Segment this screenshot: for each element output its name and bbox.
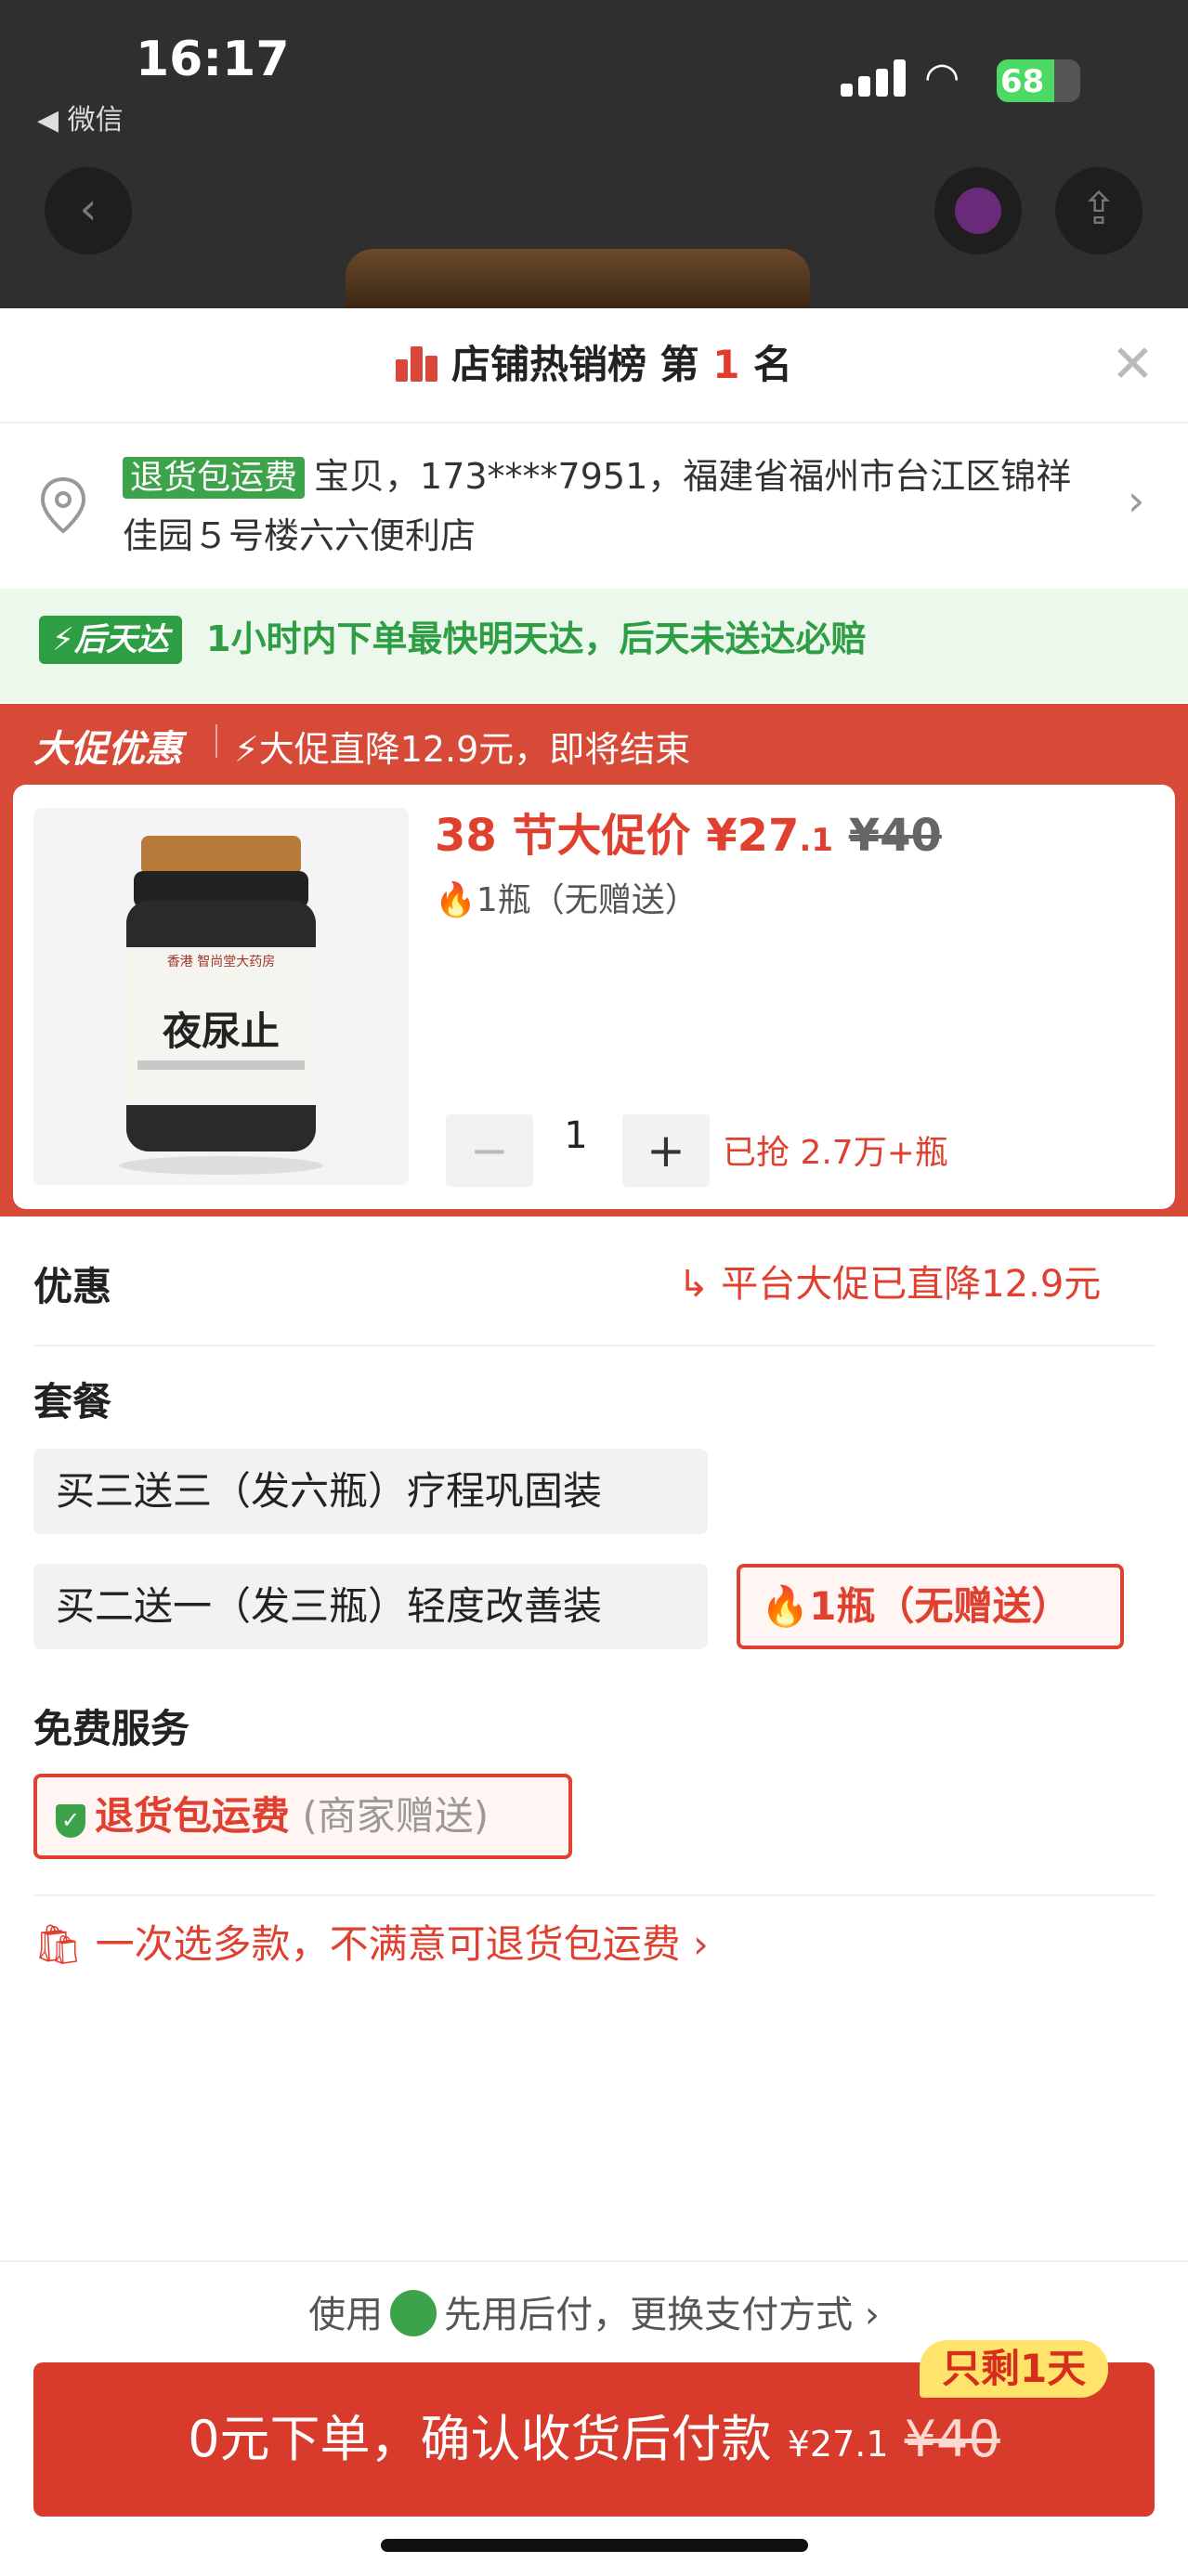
sold-count: 已抢 2.7万+瓶 bbox=[723, 1134, 948, 1172]
cta-text: 0元下单，确认收货后付款 bbox=[188, 2410, 788, 2468]
product-brand: 香港 智尚堂大药房 bbox=[167, 955, 275, 969]
location-icon bbox=[40, 476, 86, 534]
close-icon[interactable]: ✕ bbox=[1111, 334, 1155, 395]
multi-select-text: 一次选多款，不满意可退货包运费 bbox=[95, 1921, 681, 1967]
payment-text: 先用后付，更换支付方式 bbox=[444, 2294, 854, 2336]
discount-note-text: 平台大促已直降12.9元 bbox=[721, 1263, 1102, 1306]
back-to-wechat[interactable]: ◀ 微信 bbox=[37, 97, 124, 137]
package-option-1-label: 1瓶（无赠送） bbox=[809, 1583, 1071, 1629]
package-option-6[interactable]: 买三送三（发六瓶）疗程巩固装 bbox=[33, 1449, 708, 1534]
arrow-down-icon: ↳ bbox=[678, 1263, 722, 1306]
delivery-text: 1小时内下单最快明天达，后天未送达必赔 bbox=[206, 618, 867, 659]
product-name: 夜尿止 bbox=[162, 1008, 280, 1054]
fire-icon: 🔥 bbox=[761, 1583, 810, 1629]
avatar[interactable] bbox=[934, 167, 1022, 254]
divider bbox=[33, 1894, 1155, 1896]
increase-button[interactable]: + bbox=[622, 1114, 710, 1187]
chevron-right-icon: › bbox=[680, 1921, 709, 1967]
service-label: 退货包运费 bbox=[95, 1793, 291, 1839]
chevron-right-icon: › bbox=[853, 2294, 880, 2336]
signal-icon bbox=[841, 58, 906, 97]
promo-subtitle-text: 大促直降12.9元，即将结束 bbox=[258, 729, 691, 770]
promo-subtitle: ⚡大促直降12.9元，即将结束 bbox=[234, 721, 690, 772]
divider bbox=[0, 2260, 1188, 2262]
battery-level: 68 bbox=[1000, 63, 1045, 100]
rank-suffix: 名 bbox=[739, 342, 793, 387]
multi-select-link[interactable]: 🛍 一次选多款，不满意可退货包运费 › bbox=[33, 1913, 709, 1970]
rank-prefix: 店铺热销榜 第 bbox=[450, 342, 713, 387]
rank-number: 1 bbox=[712, 342, 740, 387]
promo-price: 38 节大促价 ¥27.1 ¥40 bbox=[435, 799, 942, 864]
pay-later-icon bbox=[390, 2290, 437, 2336]
product-bottle-icon: 香港 智尚堂大药房 夜尿止 bbox=[33, 808, 409, 1185]
variant-text: 1瓶（无赠送） bbox=[476, 881, 698, 919]
divider bbox=[215, 724, 217, 758]
selected-variant: 🔥1瓶（无赠送） bbox=[435, 873, 698, 921]
promo-header: 大促优惠 bbox=[33, 728, 182, 771]
package-option-3[interactable]: 买二送一（发三瓶）轻度改善装 bbox=[33, 1564, 708, 1649]
cta-price: ¥27 bbox=[787, 2424, 855, 2465]
cta-old-price: ¥40 bbox=[904, 2410, 1000, 2468]
discount-note: ↳ 平台大促已直降12.9元 bbox=[678, 1254, 1101, 1308]
divider bbox=[33, 1345, 1155, 1347]
shield-check-icon: ✓ bbox=[56, 1804, 85, 1838]
decrease-button[interactable]: − bbox=[446, 1114, 533, 1187]
battery-icon: 68 bbox=[997, 59, 1080, 102]
time-left-badge: 只剩1天 bbox=[920, 2340, 1109, 2398]
divider bbox=[0, 422, 1188, 423]
payment-prefix: 使用 bbox=[308, 2294, 384, 2336]
discount-title: 优惠 bbox=[33, 1264, 112, 1309]
home-indicator[interactable] bbox=[381, 2539, 808, 2552]
delivery-tag-label: 后天达 bbox=[73, 621, 169, 658]
lightning-icon: ⚡ bbox=[234, 729, 259, 770]
status-time: 16:17 bbox=[136, 32, 290, 87]
wifi-icon: ◠ bbox=[924, 54, 960, 101]
delivery-tag: ⚡后天达 bbox=[39, 616, 182, 664]
service-title: 免费服务 bbox=[33, 1706, 190, 1751]
product-image[interactable]: 香港 智尚堂大药房 夜尿止 bbox=[33, 808, 409, 1185]
product-jar-lid bbox=[346, 249, 810, 308]
package-title: 套餐 bbox=[33, 1379, 112, 1425]
rank-icon bbox=[395, 345, 438, 382]
share-icon[interactable]: ⇪ bbox=[1055, 167, 1142, 254]
quantity-value[interactable]: 1 bbox=[557, 1114, 594, 1157]
service-option[interactable]: ✓ 退货包运费 (商家赠送) bbox=[33, 1774, 572, 1859]
bag-plus-icon: 🛍 bbox=[33, 1921, 96, 1967]
cta-price-decimal: .1 bbox=[855, 2424, 889, 2465]
rank-banner: 店铺热销榜 第 1 名 bbox=[0, 308, 1188, 422]
return-shipping-tag: 退货包运费 bbox=[123, 457, 306, 499]
price-decimal: .1 bbox=[799, 822, 833, 859]
old-price: ¥40 bbox=[848, 810, 942, 862]
price-label: 38 节大促价 ¥27 bbox=[435, 810, 800, 862]
fire-icon: 🔥 bbox=[435, 881, 477, 919]
payment-method-link[interactable]: 使用 先用后付，更换支付方式 › bbox=[0, 2284, 1188, 2338]
address-row[interactable]: 退货包运费 宝贝，173****7951，福建省福州市台江区锦祥佳园５号楼六六便利… bbox=[123, 448, 1089, 565]
back-icon[interactable]: ‹ bbox=[45, 167, 132, 254]
package-option-1[interactable]: 🔥1瓶（无赠送） bbox=[737, 1564, 1124, 1649]
service-gift: (商家赠送) bbox=[302, 1793, 490, 1839]
chevron-right-icon[interactable]: › bbox=[1128, 475, 1144, 526]
